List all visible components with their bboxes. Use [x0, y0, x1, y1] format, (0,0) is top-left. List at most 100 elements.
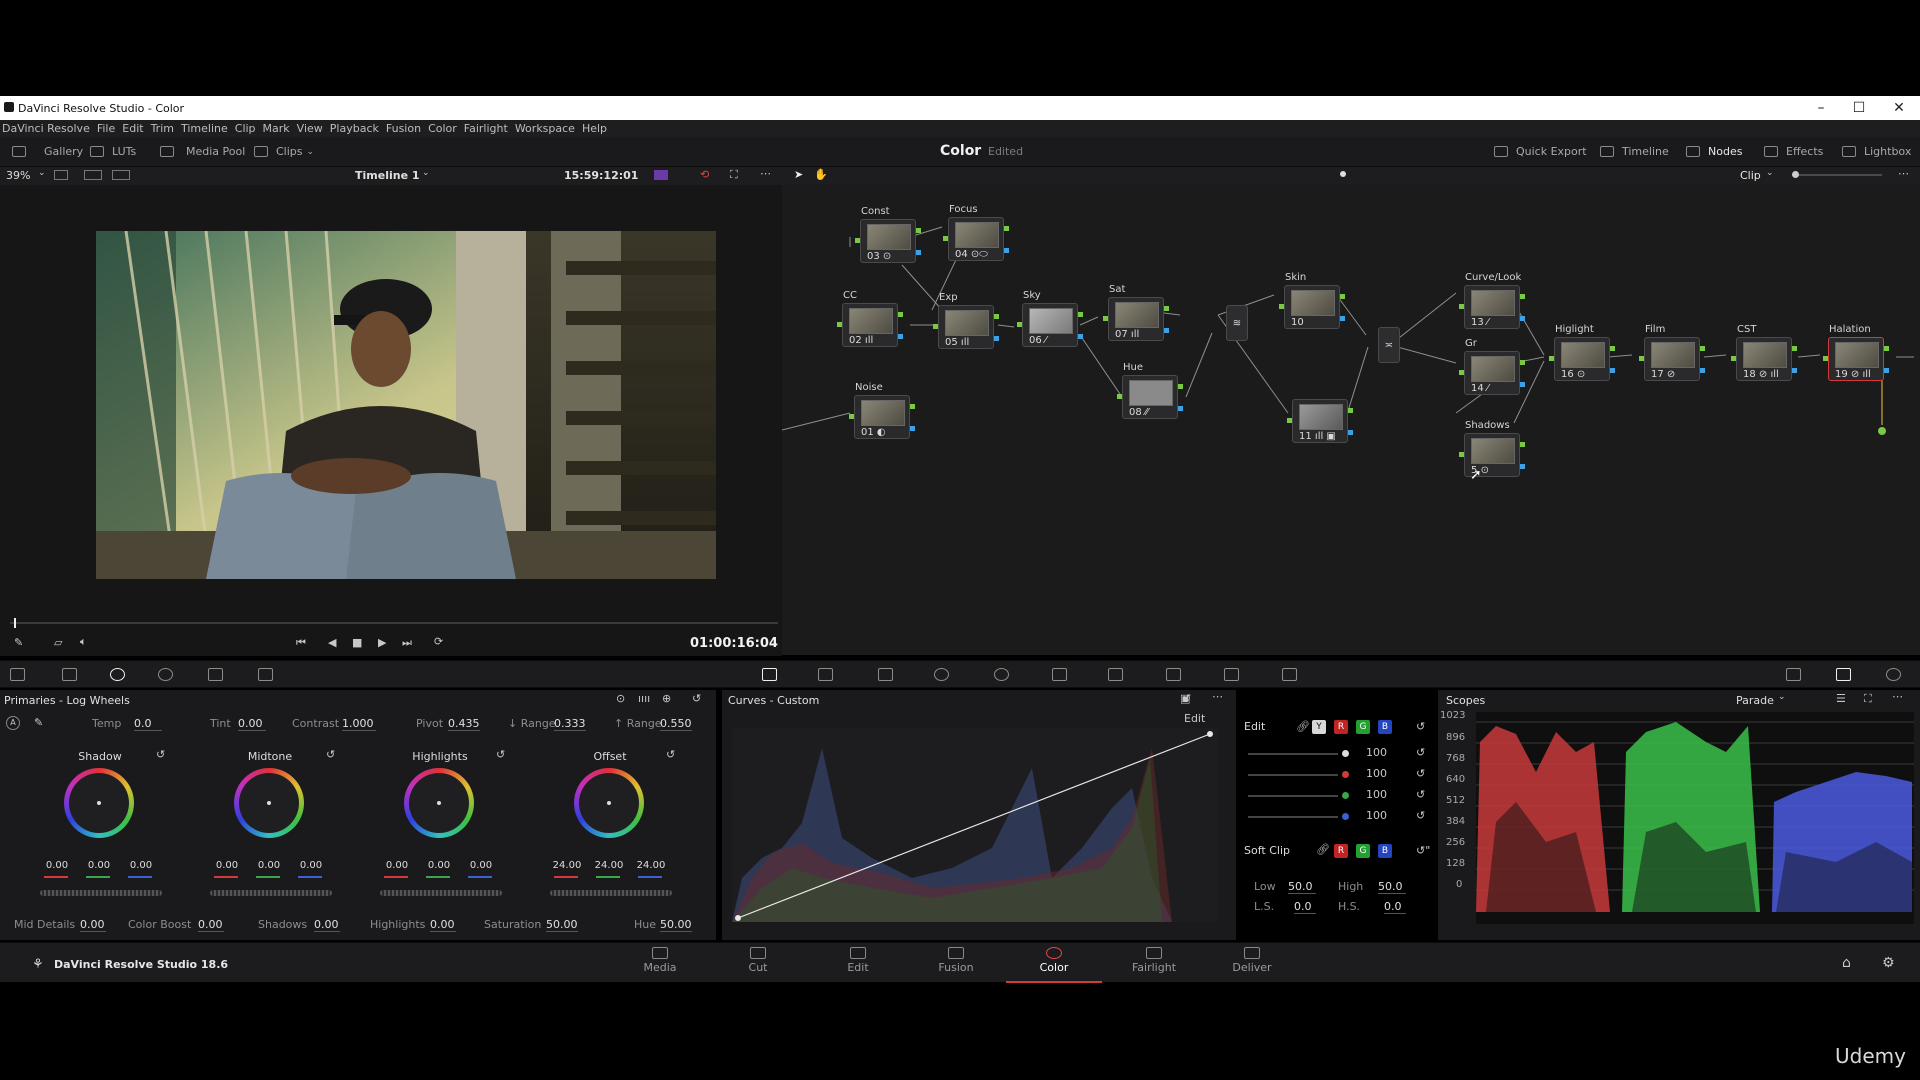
- color-boost-field[interactable]: 0.00: [198, 918, 224, 932]
- node-key-output[interactable]: [1792, 368, 1797, 373]
- node-output[interactable]: [1884, 346, 1889, 351]
- high-range-field[interactable]: 0.550: [660, 717, 692, 731]
- node-key-output[interactable]: [1004, 248, 1009, 253]
- sizing-icon[interactable]: [1224, 668, 1239, 681]
- node-02-cc[interactable]: CC 02 ıll: [837, 290, 903, 347]
- node-output[interactable]: [916, 228, 921, 233]
- node-18-cst[interactable]: CST 18 ⊘ ıll: [1731, 324, 1797, 381]
- eyedropper-icon[interactable]: ✎: [14, 636, 23, 649]
- node-key-output[interactable]: [994, 336, 999, 341]
- parallel-mixer-node[interactable]: ≍: [1378, 327, 1400, 363]
- qualifier-icon[interactable]: [878, 668, 893, 681]
- gallery-button[interactable]: Gallery: [12, 145, 83, 158]
- node-input[interactable]: [1549, 356, 1554, 361]
- link-icon[interactable]: 🔗︎: [1316, 843, 1330, 856]
- offset-r-value[interactable]: 24.00: [552, 860, 582, 871]
- menu-edit[interactable]: Edit: [122, 122, 150, 135]
- page-fusion-button[interactable]: Fusion: [916, 947, 996, 974]
- more-options-icon[interactable]: ⋯: [1212, 690, 1223, 703]
- zoom-dropdown[interactable]: 39%: [6, 169, 30, 182]
- node-key-output[interactable]: [1520, 316, 1525, 321]
- lightbox-button[interactable]: Lightbox: [1842, 145, 1911, 158]
- node-01-noise[interactable]: Noise 01 ◐: [849, 382, 915, 439]
- node-key-output[interactable]: [916, 250, 921, 255]
- reset-icon[interactable]: ↺: [1416, 788, 1425, 801]
- gear-icon[interactable]: ⚙: [1882, 955, 1895, 971]
- color-warper-icon[interactable]: [818, 668, 833, 681]
- node-output[interactable]: [1340, 294, 1345, 299]
- node-output[interactable]: [1520, 442, 1525, 447]
- node-13-curve-look[interactable]: Curve/Look 13 ⁄: [1459, 272, 1525, 329]
- timeline-toggle-button[interactable]: Timeline: [1600, 145, 1669, 158]
- node-output[interactable]: [910, 404, 915, 409]
- rgb-mixer-icon[interactable]: [208, 668, 223, 681]
- node-output[interactable]: [994, 314, 999, 319]
- node-key-output[interactable]: [898, 334, 903, 339]
- menu-help[interactable]: Help: [582, 122, 614, 135]
- b-slider-handle[interactable]: [1342, 813, 1349, 820]
- node-key-output[interactable]: [910, 426, 915, 431]
- split-viewer-icon[interactable]: [84, 170, 102, 180]
- audio-speaker-icon[interactable]: 🔈︎: [80, 635, 87, 649]
- node-input[interactable]: [1459, 370, 1464, 375]
- curve-graph[interactable]: [732, 728, 1218, 922]
- b-intensity-value[interactable]: 100: [1366, 809, 1387, 822]
- playhead[interactable]: [14, 618, 16, 628]
- magic-mask-icon[interactable]: [1052, 668, 1067, 681]
- page-fairlight-button[interactable]: Fairlight: [1114, 947, 1194, 974]
- saturation-field[interactable]: 50.00: [546, 918, 578, 932]
- shadow-master-slider[interactable]: [40, 890, 162, 896]
- softclip-b-button[interactable]: B: [1378, 844, 1392, 858]
- offset-color-wheel[interactable]: [574, 768, 644, 838]
- node-14-gr[interactable]: Gr 14 ⁄: [1459, 338, 1525, 395]
- softclip-r-button[interactable]: R: [1334, 844, 1348, 858]
- node-16-higlight[interactable]: Higlight 16 ⊙: [1549, 324, 1615, 381]
- close-button[interactable]: ✕: [1880, 96, 1918, 120]
- keyframes-icon[interactable]: [1786, 668, 1801, 681]
- menu-fairlight[interactable]: Fairlight: [464, 122, 515, 135]
- menu-timeline[interactable]: Timeline: [181, 122, 235, 135]
- more-options-icon[interactable]: ⋯: [1898, 167, 1909, 180]
- viewer-frame[interactable]: [96, 231, 716, 579]
- reset-icon[interactable]: ↺: [1416, 809, 1425, 822]
- node-key-output[interactable]: [1520, 464, 1525, 469]
- r-intensity-slider[interactable]: [1248, 774, 1338, 776]
- node-input[interactable]: [1017, 322, 1022, 327]
- node-input[interactable]: [1459, 452, 1464, 457]
- viewer-scrubber[interactable]: [10, 618, 778, 628]
- highlights-r-value[interactable]: 0.00: [382, 860, 412, 871]
- layer-mixer-node[interactable]: ≋: [1226, 305, 1248, 341]
- node-03-const[interactable]: Const 03 ⊙: [855, 206, 921, 263]
- node-key-output[interactable]: [1700, 368, 1705, 373]
- node-zoom-handle[interactable]: [1792, 171, 1799, 178]
- reset-icon[interactable]: ↺: [692, 692, 701, 705]
- node-input[interactable]: [1103, 316, 1108, 321]
- zoom-icon[interactable]: ⊕: [662, 692, 671, 705]
- softclip-g-button[interactable]: G: [1356, 844, 1370, 858]
- curve-b-button[interactable]: B: [1378, 720, 1392, 734]
- menu-trim[interactable]: Trim: [151, 122, 181, 135]
- g-intensity-slider[interactable]: [1248, 795, 1338, 797]
- auto-balance-icon[interactable]: A: [6, 716, 20, 730]
- expand-icon[interactable]: ⛶: [1864, 692, 1872, 706]
- r-intensity-value[interactable]: 100: [1366, 767, 1387, 780]
- step-back-icon[interactable]: ◀: [328, 636, 336, 649]
- node-key-output[interactable]: [1078, 334, 1083, 339]
- node-17-film[interactable]: Film 17 ⊘: [1639, 324, 1705, 381]
- reset-icon[interactable]: ↺: [496, 748, 505, 761]
- more-options-icon[interactable]: ⋯: [1892, 690, 1903, 703]
- clip-info-icon[interactable]: [654, 170, 668, 180]
- node-input[interactable]: [1823, 356, 1828, 361]
- go-to-end-icon[interactable]: ⏭︎: [402, 636, 412, 650]
- page-edit-button[interactable]: Edit: [818, 947, 898, 974]
- node-input[interactable]: [933, 324, 938, 329]
- midtone-master-slider[interactable]: [210, 890, 332, 896]
- page-deliver-button[interactable]: Deliver: [1212, 947, 1292, 974]
- offset-b-value[interactable]: 24.00: [636, 860, 666, 871]
- highlight-icon[interactable]: ▱: [54, 636, 62, 649]
- white-point-picker-icon[interactable]: ✎: [34, 716, 43, 729]
- menu-clip[interactable]: Clip: [235, 122, 263, 135]
- scope-mode-dropdown[interactable]: Parade: [1736, 694, 1774, 707]
- node-key-output[interactable]: [1520, 382, 1525, 387]
- hs-field[interactable]: 0.0: [1384, 900, 1406, 914]
